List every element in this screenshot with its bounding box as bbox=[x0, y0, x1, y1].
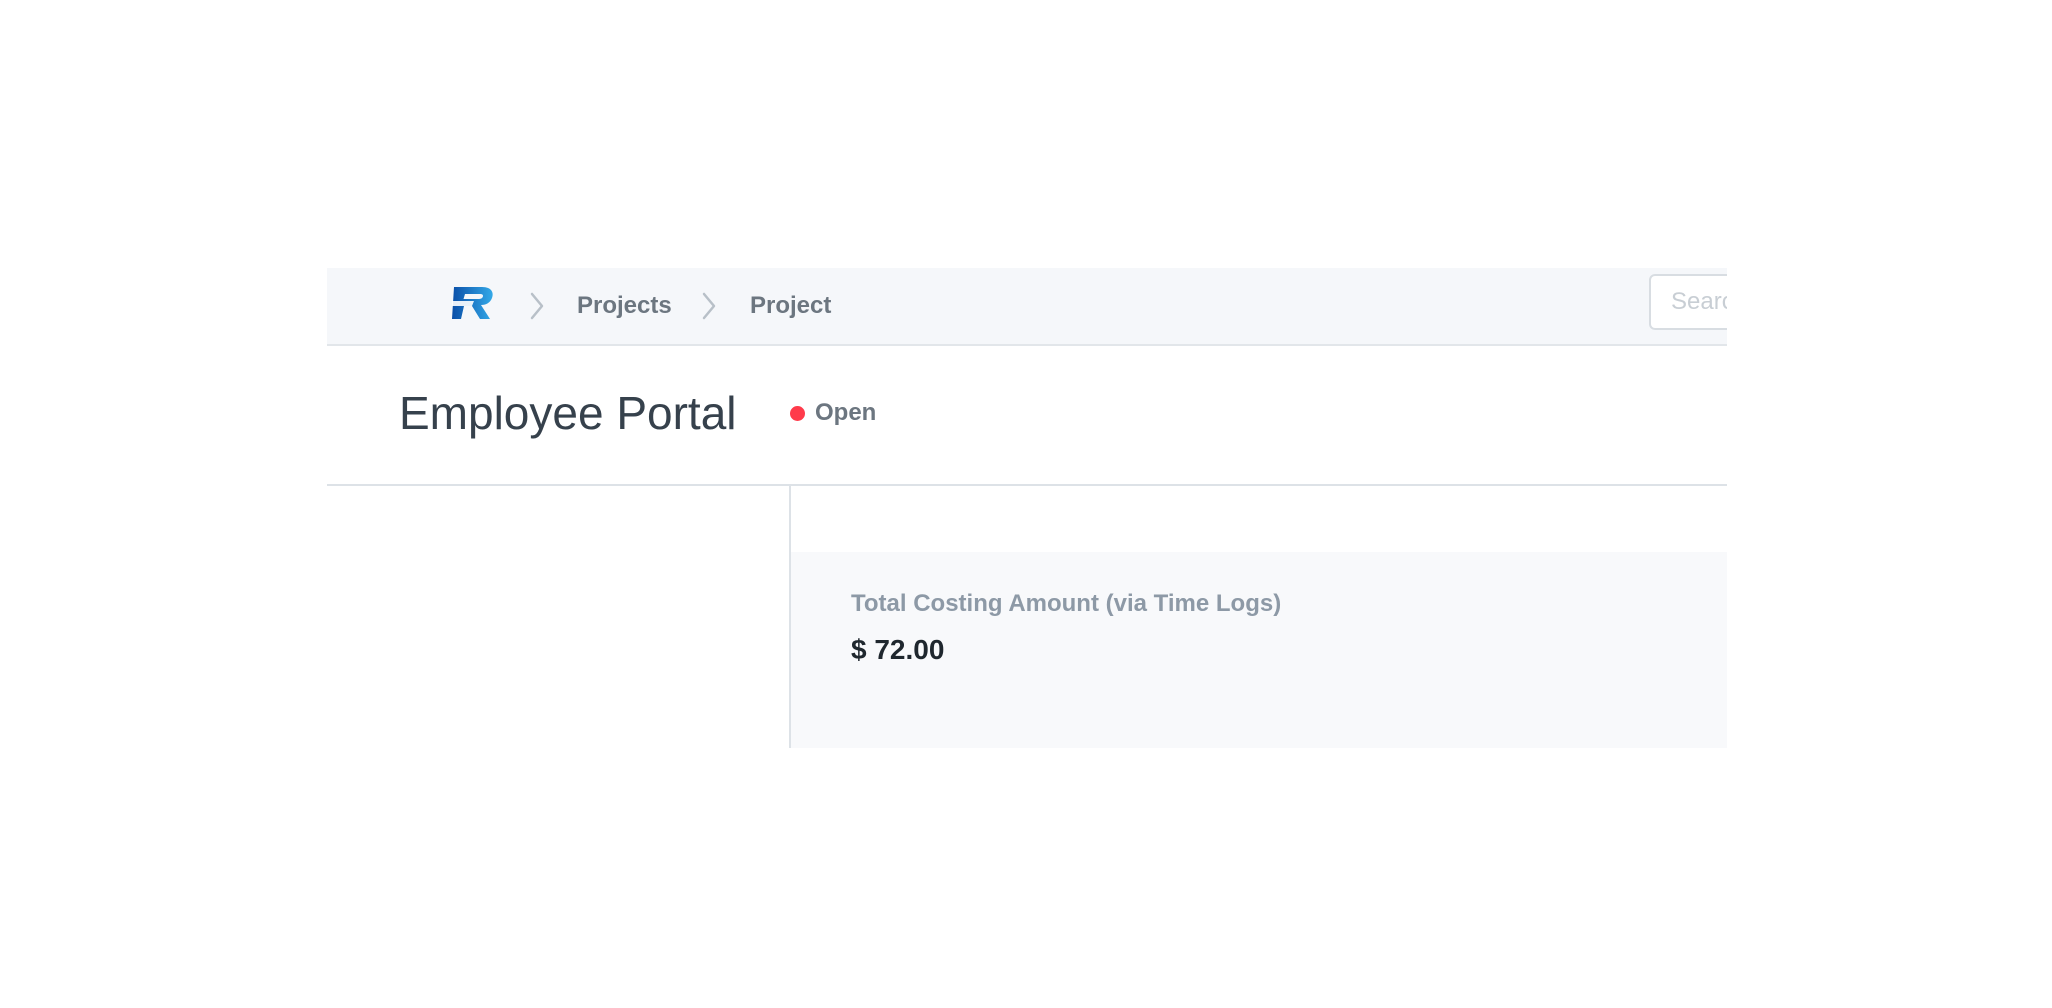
breadcrumb-project[interactable]: Project bbox=[750, 290, 831, 322]
costing-amount-label: Total Costing Amount (via Time Logs) bbox=[851, 590, 1282, 617]
navbar: Projects Project bbox=[327, 268, 1727, 346]
costing-amount-value: $ 72.00 bbox=[851, 634, 945, 665]
status-label: Open bbox=[815, 399, 877, 426]
chevron-right-icon bbox=[702, 292, 716, 320]
sidebar bbox=[327, 486, 789, 748]
search-input[interactable] bbox=[1649, 274, 1727, 330]
status-badge: Open bbox=[790, 396, 876, 430]
stats-panel: Total Costing Amount (via Time Logs) $ 7… bbox=[791, 552, 1727, 748]
page-title: Employee Portal bbox=[399, 387, 737, 439]
status-dot-icon bbox=[790, 405, 805, 421]
breadcrumb-projects[interactable]: Projects bbox=[577, 290, 672, 322]
r-logo-icon[interactable] bbox=[452, 285, 496, 321]
app-window: Projects Project Employee Portal Open To… bbox=[327, 268, 1727, 748]
chevron-right-icon bbox=[530, 292, 544, 320]
